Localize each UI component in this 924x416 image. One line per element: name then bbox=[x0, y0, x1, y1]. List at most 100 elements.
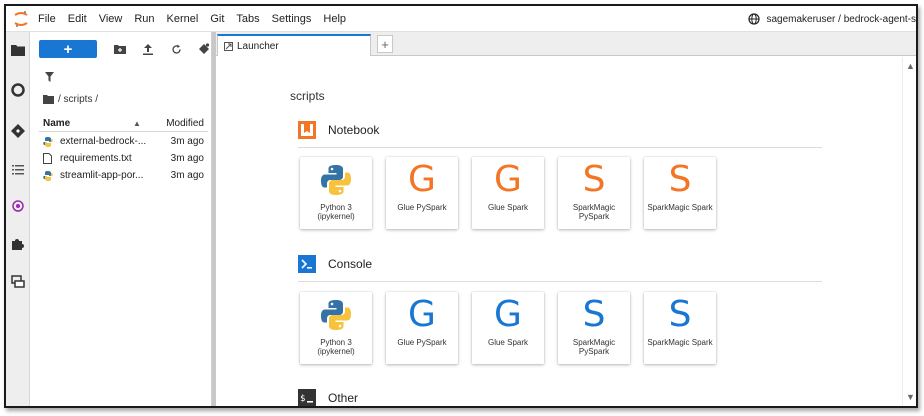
notebook-card-glue-spark[interactable]: G Glue Spark bbox=[472, 157, 544, 229]
sort-ascending-icon[interactable]: ▲ bbox=[133, 119, 167, 128]
console-card-sparkmagic-spark[interactable]: S SparkMagic Spark bbox=[644, 292, 716, 364]
user-info[interactable]: sagemakeruser / bedrock-agent-s bbox=[748, 6, 916, 32]
running-sessions-icon[interactable] bbox=[8, 80, 28, 100]
file-row[interactable]: external-bedrock-... 3m ago bbox=[39, 133, 208, 150]
tab-bar: Launcher + bbox=[216, 32, 916, 56]
notebook-section-label: Notebook bbox=[328, 123, 380, 137]
sparkmagic-logo-icon: S bbox=[668, 159, 692, 200]
other-section-label: Other bbox=[328, 391, 359, 405]
glue-logo-icon: G bbox=[494, 294, 522, 335]
console-section-label: Console bbox=[328, 257, 373, 271]
glue-logo-icon: G bbox=[408, 159, 436, 200]
sparkmagic-logo-icon: S bbox=[668, 294, 692, 335]
column-name-header[interactable]: Name bbox=[43, 118, 133, 129]
glue-logo-icon: G bbox=[494, 159, 522, 200]
tab-label: Launcher bbox=[237, 40, 279, 52]
menu-git[interactable]: Git bbox=[210, 13, 224, 25]
new-folder-icon[interactable] bbox=[109, 40, 131, 58]
property-inspector-icon[interactable] bbox=[8, 196, 28, 216]
extensions-puzzle-icon[interactable] bbox=[8, 234, 28, 254]
card-label: SparkMagic PySpark bbox=[572, 338, 616, 356]
card-label: Glue PySpark bbox=[397, 338, 447, 347]
breadcrumb-path[interactable]: / scripts / bbox=[58, 94, 98, 105]
table-of-contents-icon[interactable] bbox=[8, 160, 28, 180]
file-name: streamlit-app-por... bbox=[60, 170, 144, 181]
new-launcher-button[interactable]: + bbox=[39, 40, 97, 58]
notebook-card-python3[interactable]: Python 3 (ipykernel) bbox=[300, 157, 372, 229]
text-file-icon bbox=[43, 153, 57, 164]
menu-edit[interactable]: Edit bbox=[68, 13, 87, 25]
python-logo-icon bbox=[300, 157, 372, 203]
glue-logo-icon: G bbox=[408, 294, 436, 335]
folder-icon[interactable] bbox=[8, 40, 28, 60]
menu-bar: File Edit View Run Kernel Git Tabs Setti… bbox=[6, 6, 916, 32]
file-row[interactable]: streamlit-app-por... 3m ago bbox=[39, 167, 208, 184]
notebook-card-sparkmagic-pyspark[interactable]: S SparkMagic PySpark bbox=[558, 157, 630, 229]
console-section-divider bbox=[298, 281, 822, 282]
card-label: Glue PySpark bbox=[397, 203, 447, 212]
git-icon[interactable] bbox=[8, 121, 28, 141]
scroll-up-arrow-icon[interactable]: ▲ bbox=[906, 61, 915, 71]
left-activity-bar bbox=[6, 32, 30, 406]
python-logo-icon bbox=[300, 292, 372, 338]
console-icon bbox=[298, 255, 316, 273]
jupyter-logo-icon bbox=[10, 8, 32, 30]
column-modified-header[interactable]: Modified bbox=[166, 118, 204, 129]
file-list-header: Name ▲ Modified bbox=[39, 116, 208, 132]
menu-run[interactable]: Run bbox=[134, 13, 154, 25]
file-name: external-bedrock-... bbox=[60, 136, 147, 147]
notebook-card-sparkmagic-spark[interactable]: S SparkMagic Spark bbox=[644, 157, 716, 229]
launcher-scrollbar[interactable]: ▲ ▼ bbox=[902, 57, 916, 406]
sparkmagic-logo-icon: S bbox=[582, 159, 606, 200]
file-row[interactable]: requirements.txt 3m ago bbox=[39, 150, 208, 167]
file-browser-toolbar: + bbox=[39, 40, 215, 58]
launcher-tab-icon bbox=[224, 41, 233, 51]
svg-text:$: $ bbox=[300, 394, 305, 404]
file-browser-panel: + / scripts / Name ▲ Modified external-b… bbox=[31, 32, 212, 406]
filter-icon[interactable] bbox=[45, 72, 54, 85]
menu-view[interactable]: View bbox=[99, 13, 123, 25]
upload-icon[interactable] bbox=[137, 40, 159, 58]
menu-file[interactable]: File bbox=[38, 13, 56, 25]
menu-settings[interactable]: Settings bbox=[272, 13, 312, 25]
card-label: SparkMagic PySpark bbox=[572, 203, 616, 221]
file-modified: 3m ago bbox=[170, 136, 204, 147]
new-tab-button[interactable]: + bbox=[377, 35, 393, 53]
home-folder-icon[interactable] bbox=[43, 95, 54, 104]
menu-help[interactable]: Help bbox=[323, 13, 346, 25]
tab-launcher[interactable]: Launcher bbox=[217, 34, 371, 56]
other-section-header: $ Other bbox=[298, 389, 358, 406]
terminal-icon: $ bbox=[298, 389, 316, 406]
breadcrumb[interactable]: / scripts / bbox=[43, 94, 98, 105]
file-name: requirements.txt bbox=[60, 153, 132, 164]
python-file-icon bbox=[43, 136, 57, 147]
user-label: sagemakeruser / bedrock-agent-s bbox=[766, 13, 916, 25]
card-label: Glue Spark bbox=[487, 203, 529, 212]
notebook-icon bbox=[298, 121, 316, 139]
globe-icon bbox=[748, 13, 761, 25]
chat-icon[interactable] bbox=[8, 272, 28, 292]
notebook-section-header: Notebook bbox=[298, 121, 379, 139]
console-card-glue-spark[interactable]: G Glue Spark bbox=[472, 292, 544, 364]
menu-kernel[interactable]: Kernel bbox=[167, 13, 199, 25]
card-label: SparkMagic Spark bbox=[647, 338, 713, 347]
refresh-icon[interactable] bbox=[165, 40, 187, 58]
console-card-sparkmagic-pyspark[interactable]: S SparkMagic PySpark bbox=[558, 292, 630, 364]
launcher-panel: scripts Notebook Python 3 (ipykernel) G bbox=[216, 57, 902, 406]
card-label: SparkMagic Spark bbox=[647, 203, 713, 212]
console-section-header: Console bbox=[298, 255, 372, 273]
notebook-card-glue-pyspark[interactable]: G Glue PySpark bbox=[386, 157, 458, 229]
card-label: Python 3 (ipykernel) bbox=[317, 338, 355, 356]
launcher-folder-title: scripts bbox=[290, 89, 325, 103]
jupyterlab-window: File Edit View Run Kernel Git Tabs Setti… bbox=[4, 4, 918, 408]
file-modified: 3m ago bbox=[170, 153, 204, 164]
console-card-python3[interactable]: Python 3 (ipykernel) bbox=[300, 292, 372, 364]
python-file-icon bbox=[43, 170, 57, 181]
scroll-down-arrow-icon[interactable]: ▼ bbox=[906, 392, 915, 402]
card-label: Python 3 (ipykernel) bbox=[317, 203, 355, 221]
notebook-section-divider bbox=[298, 147, 822, 148]
card-label: Glue Spark bbox=[487, 338, 529, 347]
console-card-glue-pyspark[interactable]: G Glue PySpark bbox=[386, 292, 458, 364]
menu-tabs[interactable]: Tabs bbox=[236, 13, 259, 25]
sparkmagic-logo-icon: S bbox=[582, 294, 606, 335]
